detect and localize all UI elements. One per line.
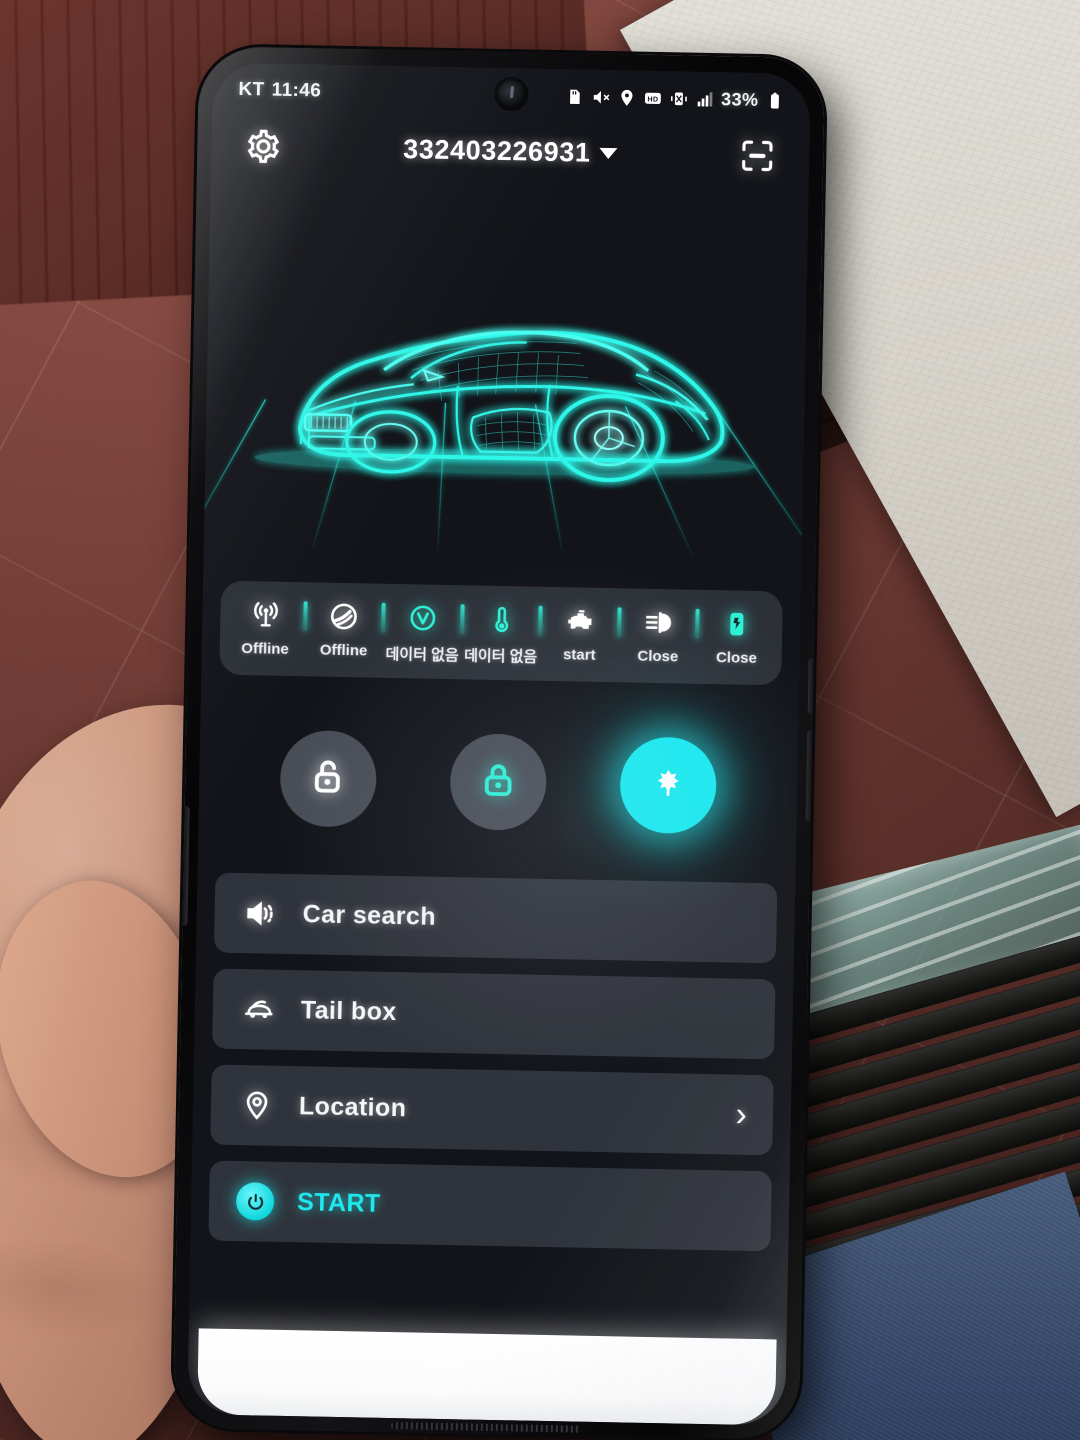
status-item-label: start bbox=[562, 646, 596, 664]
status-item-temperature[interactable]: 데이터 없음 bbox=[463, 601, 539, 666]
phone-screen: KT 11:46 HD 33% 332403226931 Offline Off… bbox=[187, 62, 811, 1426]
smartphone-device: KT 11:46 HD 33% 332403226931 Offline Off… bbox=[172, 46, 826, 1440]
unlock-icon bbox=[307, 755, 350, 803]
row-label: START bbox=[296, 1187, 381, 1218]
status-item-voltage[interactable]: 데이터 없음 bbox=[385, 600, 461, 665]
caret-down-icon bbox=[599, 147, 618, 159]
key-fob-button[interactable] bbox=[619, 736, 718, 835]
status-item-label: Close bbox=[715, 649, 758, 667]
car-door-battery-icon bbox=[721, 606, 753, 641]
status-bar-right: HD 33% bbox=[565, 86, 785, 111]
broadcast-antenna-icon bbox=[250, 597, 282, 632]
row-label: Tail box bbox=[300, 995, 397, 1026]
device-id-selector[interactable]: 332403226931 bbox=[403, 134, 618, 169]
system-navigation-bar[interactable] bbox=[197, 1328, 777, 1426]
battery-percent-label: 33% bbox=[720, 88, 759, 110]
status-item-radar[interactable]: Offline bbox=[306, 598, 382, 659]
speaker-grill bbox=[390, 1422, 581, 1433]
location-pin-icon bbox=[237, 1089, 278, 1122]
radar-swirl-icon bbox=[328, 599, 360, 634]
unlock-button[interactable] bbox=[279, 729, 378, 828]
row-label: Location bbox=[298, 1091, 407, 1122]
lock-control-buttons bbox=[198, 674, 800, 879]
status-bar-left: KT 11:46 bbox=[238, 79, 321, 103]
status-item-label: Offline bbox=[241, 640, 289, 658]
location-icon bbox=[617, 88, 636, 107]
chevron-right-icon: › bbox=[735, 1095, 748, 1134]
device-id-label: 332403226931 bbox=[402, 133, 591, 168]
vehicle-status-strip-wrapper: Offline Offline 데이터 없음 데이터 없음 start Clos… bbox=[201, 556, 801, 686]
carrier-label: KT bbox=[238, 78, 265, 101]
front-camera-punch-hole bbox=[496, 78, 527, 110]
tailbox-icon bbox=[239, 993, 280, 1026]
speaker-icon bbox=[240, 897, 281, 930]
photo-scene: KT 11:46 HD 33% 332403226931 Offline Off… bbox=[0, 0, 1080, 1440]
status-item-signal[interactable]: Offline bbox=[228, 597, 304, 658]
clock-label: 11:46 bbox=[271, 79, 322, 102]
lock-button[interactable] bbox=[449, 733, 548, 831]
mute-icon bbox=[591, 87, 610, 106]
app-header-bar: 332403226931 bbox=[211, 108, 810, 193]
sd-card-icon bbox=[565, 87, 584, 106]
signal-bars-icon bbox=[695, 89, 714, 108]
lock-icon bbox=[477, 758, 520, 806]
status-item-headlight[interactable]: Close bbox=[620, 604, 696, 665]
engine-icon bbox=[564, 603, 596, 638]
voltage-circle-icon bbox=[407, 600, 439, 635]
status-item-label: 데이터 없음 bbox=[385, 645, 459, 665]
row-label: Car search bbox=[302, 899, 437, 931]
headlight-icon bbox=[643, 605, 675, 640]
row-tail-box[interactable]: Tail box bbox=[212, 968, 776, 1060]
status-item-label: Close bbox=[637, 647, 679, 666]
hd-icon: HD bbox=[643, 88, 662, 107]
thermometer-icon bbox=[486, 602, 518, 637]
key-star-icon bbox=[651, 765, 686, 805]
car-hologram-image bbox=[203, 216, 808, 567]
status-item-door[interactable]: Close bbox=[699, 606, 775, 667]
row-location[interactable]: Location › bbox=[210, 1064, 774, 1156]
vehicle-status-strip: Offline Offline 데이터 없음 데이터 없음 start Clos… bbox=[219, 580, 783, 686]
battery-icon bbox=[765, 90, 784, 109]
vibrate-icon bbox=[669, 89, 688, 108]
status-item-label: 데이터 없음 bbox=[463, 647, 538, 666]
svg-text:HD: HD bbox=[647, 95, 658, 103]
scan-frame-icon[interactable] bbox=[735, 133, 780, 178]
status-item-label: Offline bbox=[319, 641, 368, 660]
gear-icon[interactable] bbox=[241, 124, 286, 169]
row-car-search[interactable]: Car search bbox=[213, 872, 778, 964]
power-circle-icon bbox=[235, 1182, 276, 1221]
status-item-engine[interactable]: start bbox=[542, 603, 618, 664]
row-start[interactable]: START bbox=[208, 1160, 772, 1252]
feature-list: Car search Tail box Location › START bbox=[189, 868, 795, 1311]
